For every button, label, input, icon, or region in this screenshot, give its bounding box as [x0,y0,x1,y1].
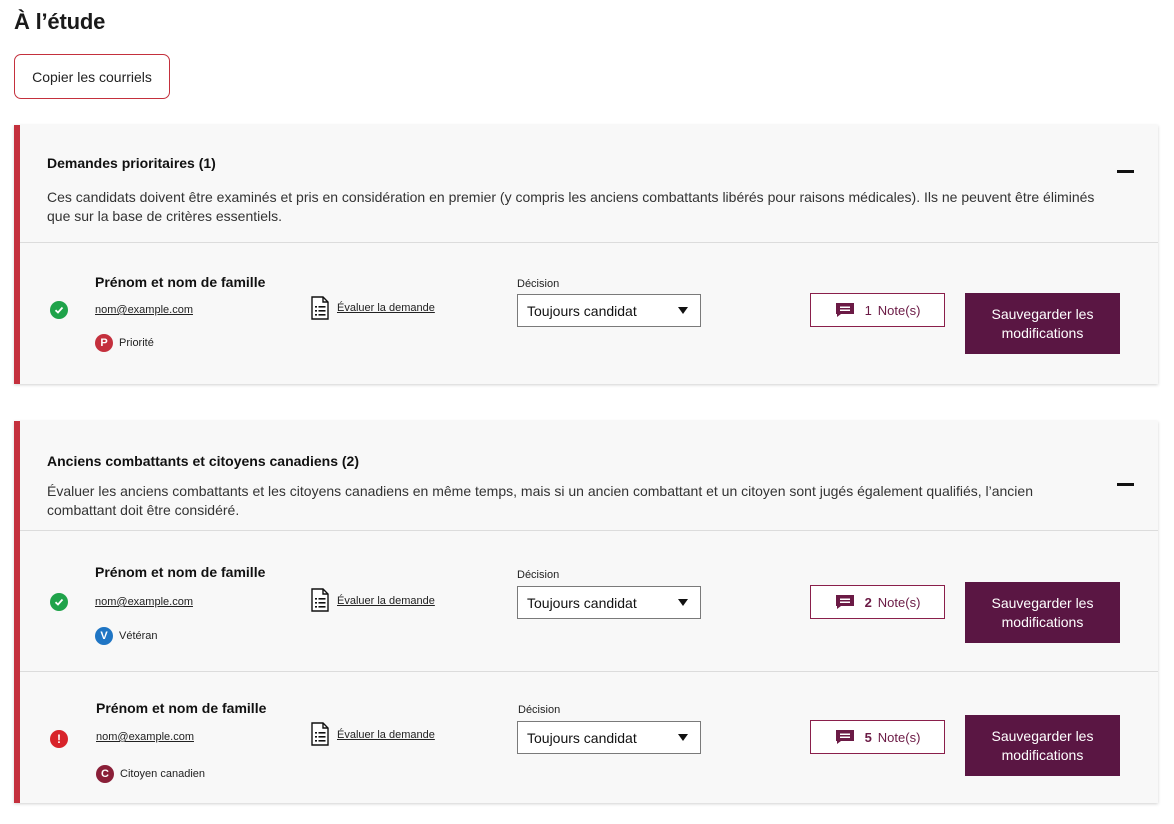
section-priority: Demandes prioritaires (1) Ces candidats … [14,125,1158,384]
document-icon [311,722,329,746]
notes-label: Note(s) [877,302,921,318]
check-circle-icon [50,593,68,611]
notes-button[interactable]: 5 Note(s) [810,720,945,754]
section-description: Évaluer les anciens combattants et les c… [47,483,1033,518]
caret-down-icon [678,307,688,314]
candidate-name: Prénom et nom de famille [95,274,266,290]
save-changes-button[interactable]: Sauvegarder les modifications [965,293,1120,354]
decision-select[interactable]: Toujours candidat [517,586,701,619]
candidate-row: ! Prénom et nom de famille nom@example.c… [20,671,1158,803]
check-circle-icon [50,301,68,319]
decision-select[interactable]: Toujours candidat [517,294,701,327]
evaluate-application-link[interactable]: Évaluer la demande [337,595,435,607]
notes-label: Note(s) [877,729,921,745]
copy-emails-button[interactable]: Copier les courriels [14,54,170,99]
badge-label: Vétéran [119,630,158,642]
document-icon [311,296,329,320]
chat-bubble-icon [835,303,854,317]
decision-value: Toujours candidat [527,594,637,611]
document-icon [311,588,329,612]
section-description: Ces candidats doivent être examinés et p… [47,189,1095,224]
badge-label: Citoyen canadien [120,768,206,780]
candidate-name: Prénom et nom de famille [95,564,266,580]
collapse-minus-icon[interactable] [1117,170,1134,173]
chat-bubble-icon [835,595,854,609]
caret-down-icon [678,599,688,606]
notes-count: 1 [864,302,872,318]
candidate-email[interactable]: nom@example.com [95,596,193,608]
decision-label: Décision [517,569,560,581]
citizen-badge-icon: C [96,765,114,783]
section-title: Anciens combattants et citoyens canadien… [47,453,359,469]
status-badge: P Priorité [95,334,154,352]
exclamation-circle-icon: ! [50,730,68,748]
decision-label: Décision [518,704,561,716]
candidate-row: Prénom et nom de famille nom@example.com… [20,530,1158,671]
candidate-email[interactable]: nom@example.com [95,304,193,316]
decision-select[interactable]: Toujours candidat [517,721,701,754]
veteran-badge-icon: V [95,627,113,645]
notes-count: 2 [864,594,872,610]
priority-badge-icon: P [95,334,113,352]
notes-button[interactable]: 2 Note(s) [810,585,945,619]
page-title: À l’étude [14,9,106,34]
badge-label: Priorité [119,337,154,349]
candidate-email[interactable]: nom@example.com [96,731,194,743]
decision-value: Toujours candidat [527,729,637,746]
section-title: Demandes prioritaires (1) [47,155,216,171]
evaluate-application-link[interactable]: Évaluer la demande [337,729,435,741]
status-badge: C Citoyen canadien [96,765,205,783]
caret-down-icon [678,734,688,741]
notes-label: Note(s) [877,594,921,610]
decision-value: Toujours candidat [527,302,637,319]
save-changes-button[interactable]: Sauvegarder les modifications [965,715,1120,776]
section-veterans-citizens: Anciens combattants et citoyens canadien… [14,421,1158,803]
chat-bubble-icon [835,730,854,744]
evaluate-application-link[interactable]: Évaluer la demande [337,302,435,314]
save-changes-button[interactable]: Sauvegarder les modifications [965,582,1120,643]
candidate-row: Prénom et nom de famille nom@example.com… [20,242,1158,384]
notes-button[interactable]: 1 Note(s) [810,293,945,327]
decision-label: Décision [517,278,560,290]
status-badge: V Vétéran [95,627,158,645]
notes-count: 5 [864,729,872,745]
candidate-name: Prénom et nom de famille [96,700,267,716]
collapse-minus-icon[interactable] [1117,483,1134,486]
